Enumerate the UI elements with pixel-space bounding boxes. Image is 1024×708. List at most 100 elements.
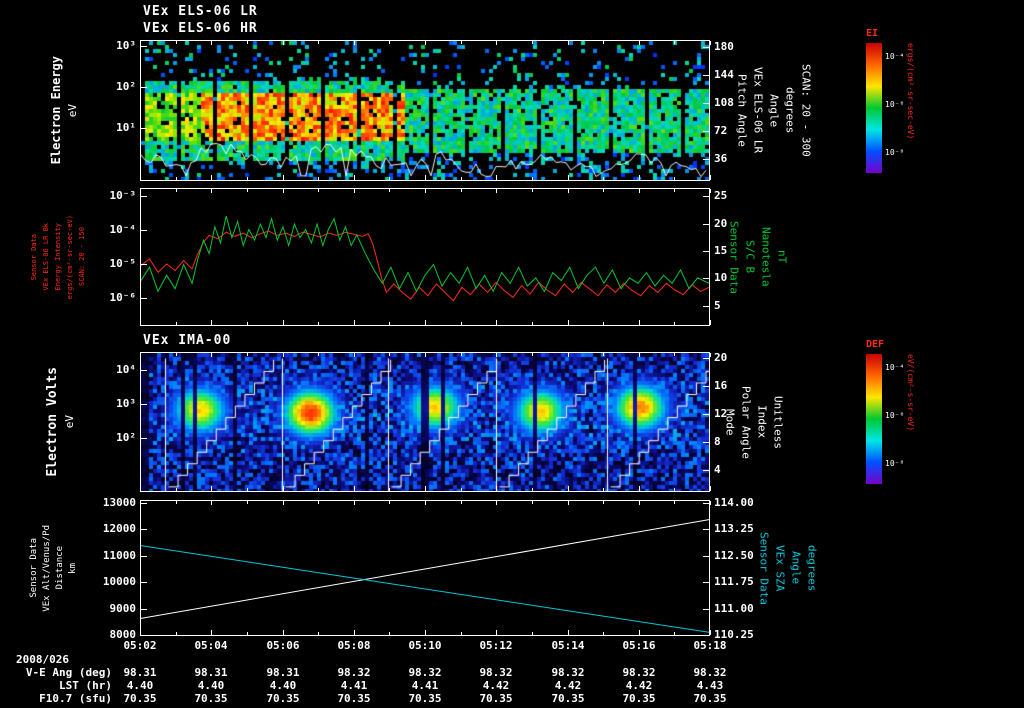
- tick-mark: [703, 224, 709, 225]
- tick-mark: [568, 486, 569, 491]
- tick-mark: [389, 353, 390, 356]
- tick-mark: [283, 353, 284, 357]
- time-tick-label: 05:08: [337, 639, 371, 652]
- info-row-label: V-E Ang (deg): [25, 666, 112, 679]
- tick-mark: [283, 320, 284, 325]
- sza-label: Sensor Data: [757, 531, 771, 605]
- tick-mark: [141, 503, 147, 504]
- tick-mark: [283, 630, 284, 635]
- tick-mark: [354, 175, 355, 180]
- altitude-left-label: Sensor Data: [28, 538, 39, 598]
- tick-mark: [283, 189, 284, 193]
- info-value: 4.42: [554, 679, 582, 692]
- info-value: 4.42: [625, 679, 653, 692]
- tick-mark: [176, 501, 177, 504]
- right-tick-label: 16: [714, 379, 728, 393]
- tick-mark: [710, 353, 711, 357]
- tick-mark: [461, 322, 462, 325]
- tick-mark: [639, 175, 640, 180]
- y-tick-label: 11000: [102, 548, 136, 562]
- tick-mark: [211, 320, 212, 325]
- tick-mark: [211, 189, 212, 193]
- right-tick-label: 20: [714, 216, 728, 230]
- ima-spectrogram-panel: [140, 352, 710, 492]
- intensity-left-label: ergs/(cm²-sr-sec-eV): [65, 214, 74, 300]
- els-colorbar-label: EI: [866, 28, 879, 39]
- tick-mark: [674, 501, 675, 504]
- tick-mark: [461, 189, 462, 192]
- tick-mark: [461, 353, 462, 356]
- date-label: 2008/026: [16, 653, 69, 666]
- tick-mark: [496, 630, 497, 635]
- plot-title-els-hr: VEx ELS-06 HR: [143, 21, 258, 36]
- info-value: 98.31: [266, 666, 300, 679]
- y-tick-label: 10⁻³: [109, 189, 137, 202]
- tick-mark: [703, 582, 709, 583]
- tick-mark: [532, 501, 533, 504]
- tick-mark: [603, 189, 604, 192]
- tick-mark: [141, 196, 147, 197]
- info-value: 70.35: [408, 692, 442, 705]
- ima-colorbar-gradient: [866, 354, 882, 484]
- info-value: 98.31: [194, 666, 228, 679]
- els-spectrogram-panel: [140, 40, 710, 181]
- tick-mark: [247, 488, 248, 491]
- tick-mark: [674, 488, 675, 491]
- tick-mark: [425, 486, 426, 491]
- altitude-y-axis-title: Sensor Data VEx Alt/Venus/Pd Distance km: [22, 500, 84, 636]
- right-tick-label: 112.50: [714, 548, 754, 562]
- y-tick-label: 10⁻⁴: [109, 222, 137, 236]
- tick-mark: [141, 404, 147, 405]
- data-line-sza: [141, 545, 709, 633]
- info-value: 98.32: [337, 666, 371, 679]
- tick-mark: [389, 322, 390, 325]
- tick-mark: [532, 189, 533, 192]
- info-value: 98.32: [622, 666, 656, 679]
- tick-mark: [141, 298, 147, 299]
- tick-mark: [389, 189, 390, 192]
- info-value: 70.35: [266, 692, 300, 705]
- tick-mark: [703, 386, 709, 387]
- info-value: 70.35: [551, 692, 585, 705]
- sza-label: VEx SZA: [773, 544, 787, 592]
- tick-mark: [710, 630, 711, 635]
- tick-mark: [140, 41, 141, 45]
- tick-mark: [354, 486, 355, 491]
- tick-mark: [141, 635, 147, 636]
- tick-mark: [141, 438, 147, 439]
- tick-mark: [703, 529, 709, 530]
- tick-mark: [318, 177, 319, 180]
- tick-mark: [703, 358, 709, 359]
- info-value: 98.32: [693, 666, 727, 679]
- tick-mark: [710, 41, 711, 45]
- tick-mark: [496, 175, 497, 180]
- ima-y-axis-title: Electron Volts eV: [38, 352, 82, 492]
- info-value: 70.35: [479, 692, 513, 705]
- tick-mark: [703, 75, 709, 76]
- info-value: 4.41: [340, 679, 368, 692]
- tick-mark: [211, 353, 212, 357]
- tick-mark: [568, 189, 569, 193]
- tick-mark: [425, 501, 426, 505]
- tick-mark: [496, 486, 497, 491]
- tick-mark: [703, 278, 709, 279]
- tick-mark: [247, 353, 248, 356]
- intensity-bfield-lines: [141, 215, 709, 302]
- intensity-left-label: SCAN: 20 - 150: [77, 227, 86, 287]
- tick-mark: [674, 41, 675, 44]
- tick-mark: [496, 501, 497, 505]
- tick-mark: [703, 131, 709, 132]
- tick-mark: [318, 322, 319, 325]
- info-value: 4.40: [269, 679, 297, 692]
- tick-mark: [532, 322, 533, 325]
- tick-mark: [354, 353, 355, 357]
- tick-mark: [389, 501, 390, 504]
- y-tick-label: 10000: [102, 575, 136, 589]
- tick-mark: [461, 632, 462, 635]
- tick-mark: [532, 41, 533, 44]
- plot-title-ima: VEx IMA-00: [143, 333, 232, 348]
- tick-mark: [176, 488, 177, 491]
- tick-mark: [354, 501, 355, 505]
- tick-mark: [532, 632, 533, 635]
- ima-yunit: eV: [62, 415, 76, 429]
